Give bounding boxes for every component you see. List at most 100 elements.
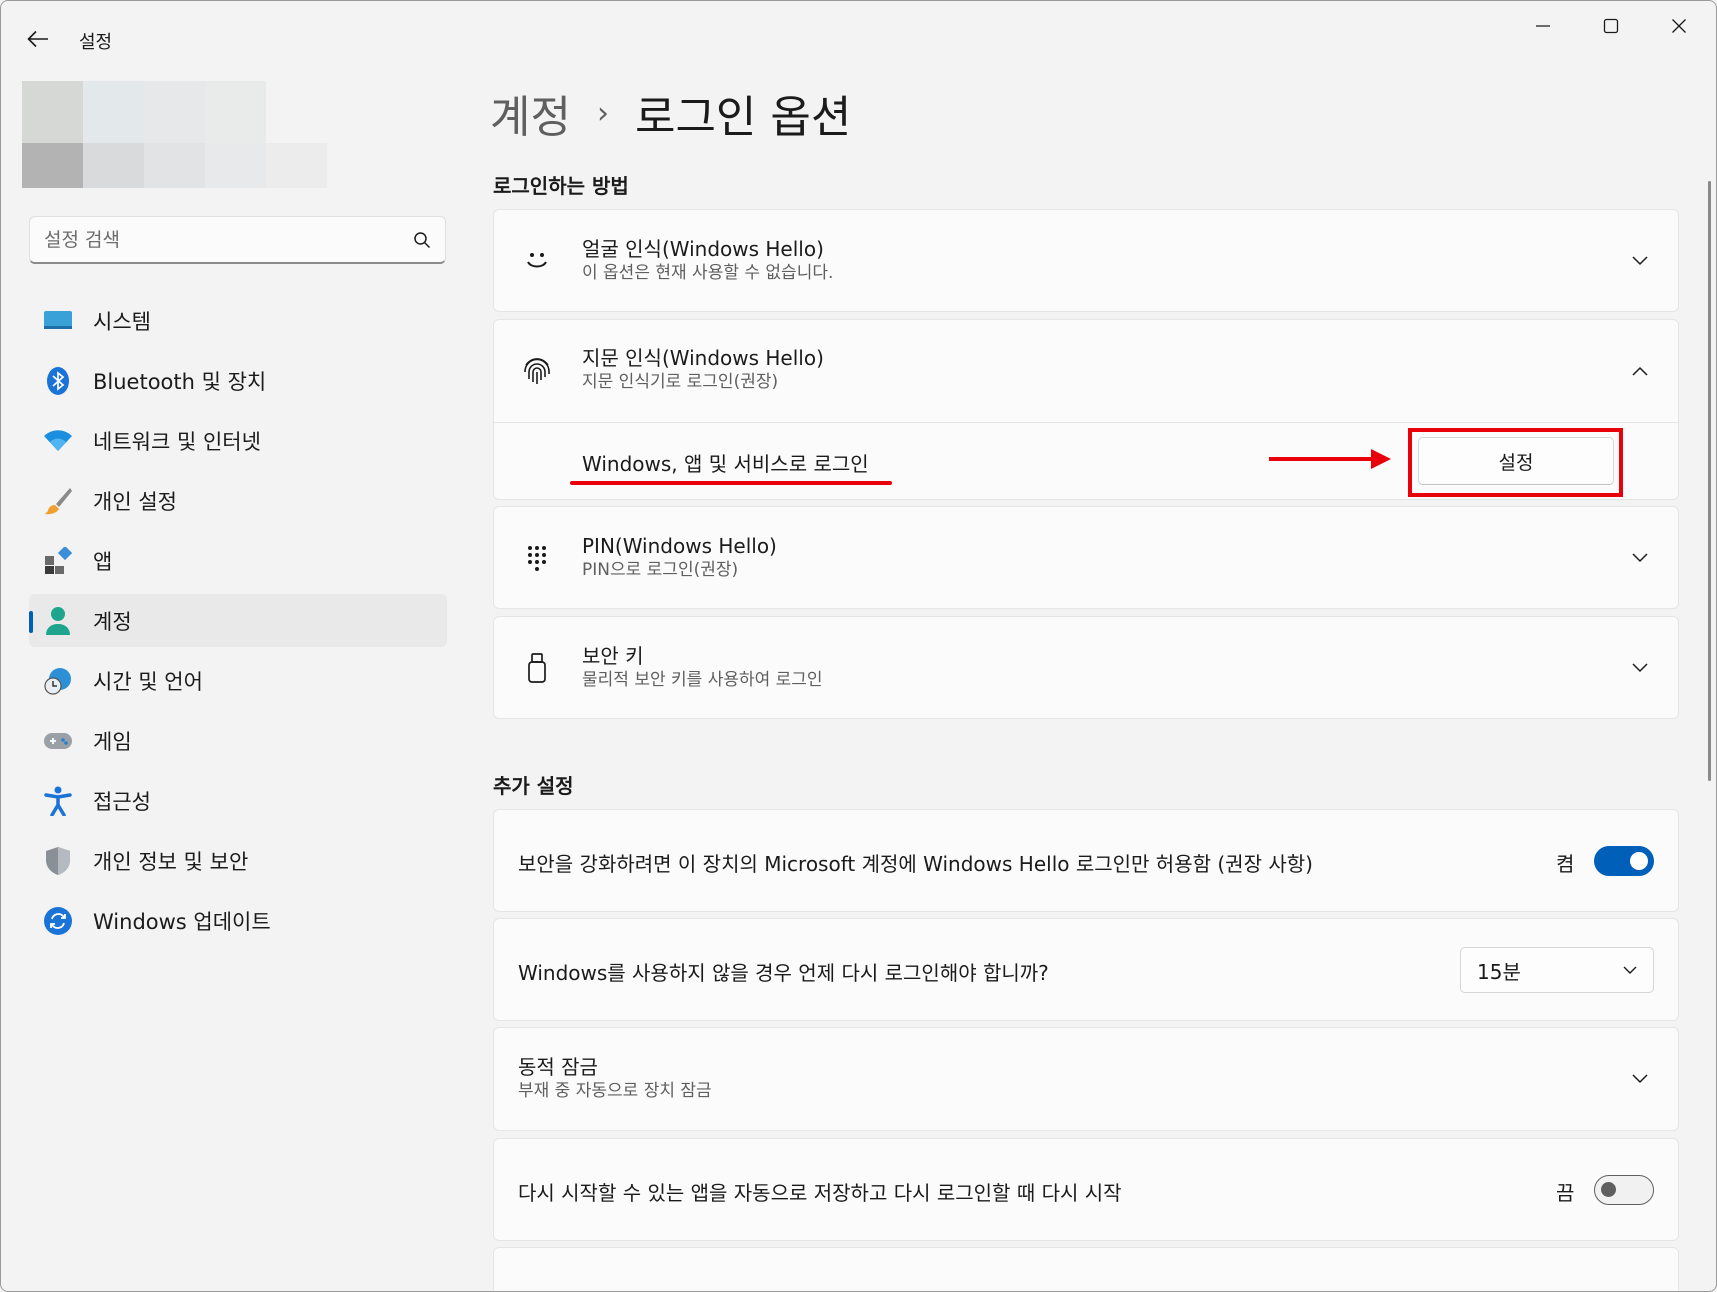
sidebar-nav: 시스템 Bluetooth 및 장치 네트워크 및 인터넷 개인 설정 앱 계정… xyxy=(29,294,447,954)
back-arrow-icon xyxy=(27,30,48,48)
annotation-underline xyxy=(570,481,892,485)
face-icon xyxy=(520,244,554,278)
fingerprint-card-header[interactable]: 지문 인식(Windows Hello) 지문 인식기로 로그인(권장) xyxy=(494,320,1678,422)
next-setting-card-partial xyxy=(493,1247,1679,1291)
sidebar-item-label: 게임 xyxy=(93,729,132,754)
annotation-arrow-icon xyxy=(1269,449,1391,469)
section-heading-signin: 로그인하는 방법 xyxy=(493,174,629,198)
close-button[interactable] xyxy=(1649,7,1709,45)
sidebar-item-label: 접근성 xyxy=(93,789,151,814)
scrollbar[interactable] xyxy=(1708,181,1711,781)
update-icon xyxy=(43,906,73,936)
restart-apps-toggle[interactable] xyxy=(1594,1175,1654,1205)
card-title: 보안 키 xyxy=(582,643,644,668)
search-icon[interactable] xyxy=(413,231,431,249)
minimize-icon xyxy=(1536,25,1550,27)
clock-globe-icon xyxy=(43,666,73,696)
sidebar-item-label: 시스템 xyxy=(93,309,151,334)
fingerprint-setup-row: Windows, 앱 및 서비스로 로그인 설정 xyxy=(494,422,1678,501)
sidebar-item-label: 네트워크 및 인터넷 xyxy=(93,429,261,454)
sidebar-item-time-language[interactable]: 시간 및 언어 xyxy=(29,654,447,707)
card-subtitle: 지문 인식기로 로그인(권장) xyxy=(582,372,779,392)
chevron-down-icon xyxy=(1623,966,1637,974)
sidebar-item-system[interactable]: 시스템 xyxy=(29,294,447,347)
card-title: 지문 인식(Windows Hello) xyxy=(582,346,824,370)
restart-apps-label: 다시 시작할 수 있는 앱을 자동으로 저장하고 다시 로그인할 때 다시 시작 xyxy=(518,1181,1122,1205)
account-avatar-blurred xyxy=(22,81,327,188)
hello-only-label: 보안을 강화하려면 이 장치의 Microsoft 계정에 Windows He… xyxy=(518,852,1313,876)
hello-only-setting-card: 보안을 강화하려면 이 장치의 Microsoft 계정에 Windows He… xyxy=(493,809,1679,912)
section-heading-additional: 추가 설정 xyxy=(493,774,574,798)
card-subtitle: 부재 중 자동으로 장치 잠금 xyxy=(518,1081,712,1101)
card-title: 동적 잠금 xyxy=(518,1055,598,1079)
search-input[interactable] xyxy=(44,228,413,251)
sidebar-item-label: 개인 설정 xyxy=(93,489,177,514)
apps-icon xyxy=(43,546,73,576)
minimize-button[interactable] xyxy=(1513,7,1573,45)
sidebar-item-network[interactable]: 네트워크 및 인터넷 xyxy=(29,414,447,467)
title-bar: 설정 xyxy=(1,1,1716,75)
hello-only-toggle[interactable] xyxy=(1594,846,1654,876)
breadcrumb-parent[interactable]: 계정 xyxy=(490,81,571,145)
card-subtitle: 물리적 보안 키를 사용하여 로그인 xyxy=(582,669,823,690)
fingerprint-setup-button[interactable]: 설정 xyxy=(1418,437,1614,485)
sidebar-item-label: Bluetooth 및 장치 xyxy=(93,369,267,394)
breadcrumb: 계정 › 로그인 옵션 xyxy=(490,81,851,145)
chevron-down-icon[interactable] xyxy=(1628,249,1652,273)
breadcrumb-separator: › xyxy=(596,95,609,131)
card-subtitle: PIN으로 로그인(권장) xyxy=(582,559,739,580)
chevron-down-icon[interactable] xyxy=(1628,656,1652,680)
maximize-button[interactable] xyxy=(1581,7,1641,45)
fingerprint-setup-label: Windows, 앱 및 서비스로 로그인 xyxy=(582,452,869,476)
chevron-up-icon[interactable] xyxy=(1628,359,1652,383)
sidebar-item-gaming[interactable]: 게임 xyxy=(29,714,447,767)
toggle-state-label: 켬 xyxy=(1556,852,1575,876)
sidebar-item-label: 시간 및 언어 xyxy=(93,669,203,694)
pin-card[interactable]: PIN(Windows Hello) PIN으로 로그인(권장) xyxy=(493,506,1679,609)
brush-icon xyxy=(43,486,73,516)
sidebar-item-label: 앱 xyxy=(93,549,113,574)
card-title: 얼굴 인식(Windows Hello) xyxy=(582,236,824,261)
chevron-down-icon[interactable] xyxy=(1628,1067,1652,1091)
dropdown-selected-value: 15분 xyxy=(1477,959,1521,984)
chevron-down-icon[interactable] xyxy=(1628,546,1652,570)
maximize-icon xyxy=(1603,18,1619,34)
sidebar-item-label: 개인 정보 및 보안 xyxy=(93,849,249,874)
gamepad-icon xyxy=(43,726,73,756)
require-signin-setting-card: Windows를 사용하지 않을 경우 언제 다시 로그인해야 합니까? 15분 xyxy=(493,918,1679,1021)
sidebar-item-label: 계정 xyxy=(93,609,132,634)
sidebar-item-accounts[interactable]: 계정 xyxy=(29,594,447,647)
wifi-icon xyxy=(43,426,73,456)
card-subtitle: 이 옵션은 현재 사용할 수 없습니다. xyxy=(582,262,834,283)
fingerprint-card: 지문 인식(Windows Hello) 지문 인식기로 로그인(권장) Win… xyxy=(493,319,1679,500)
system-icon xyxy=(43,306,73,336)
face-recognition-card[interactable]: 얼굴 인식(Windows Hello) 이 옵션은 현재 사용할 수 없습니다… xyxy=(493,209,1679,312)
restart-apps-setting-card: 다시 시작할 수 있는 앱을 자동으로 저장하고 다시 로그인할 때 다시 시작… xyxy=(493,1138,1679,1241)
sidebar-item-label: Windows 업데이트 xyxy=(93,909,271,934)
pin-keypad-icon xyxy=(520,541,554,575)
back-button[interactable] xyxy=(23,25,53,53)
usb-key-icon xyxy=(520,651,554,685)
sidebar-item-personalization[interactable]: 개인 설정 xyxy=(29,474,447,527)
card-title: PIN(Windows Hello) xyxy=(582,533,777,558)
accessibility-icon xyxy=(43,786,73,816)
bluetooth-icon xyxy=(43,366,73,396)
sidebar-item-privacy-security[interactable]: 개인 정보 및 보안 xyxy=(29,834,447,887)
app-title: 설정 xyxy=(79,32,113,53)
settings-window: 설정 시스템 xyxy=(0,0,1717,1292)
fingerprint-icon xyxy=(520,354,554,388)
sidebar-item-accessibility[interactable]: 접근성 xyxy=(29,774,447,827)
sidebar-item-bluetooth[interactable]: Bluetooth 및 장치 xyxy=(29,354,447,407)
page-title: 로그인 옵션 xyxy=(634,92,852,143)
sidebar-item-windows-update[interactable]: Windows 업데이트 xyxy=(29,894,447,947)
account-icon xyxy=(43,606,73,636)
toggle-state-label: 끔 xyxy=(1556,1181,1575,1205)
search-box[interactable] xyxy=(29,216,446,264)
security-key-card[interactable]: 보안 키 물리적 보안 키를 사용하여 로그인 xyxy=(493,616,1679,719)
sidebar-item-apps[interactable]: 앱 xyxy=(29,534,447,587)
require-signin-dropdown[interactable]: 15분 xyxy=(1460,947,1654,993)
dynamic-lock-card[interactable]: 동적 잠금 부재 중 자동으로 장치 잠금 xyxy=(493,1027,1679,1131)
shield-icon xyxy=(43,846,73,876)
require-signin-label: Windows를 사용하지 않을 경우 언제 다시 로그인해야 합니까? xyxy=(518,961,1049,985)
close-icon xyxy=(1672,19,1686,33)
